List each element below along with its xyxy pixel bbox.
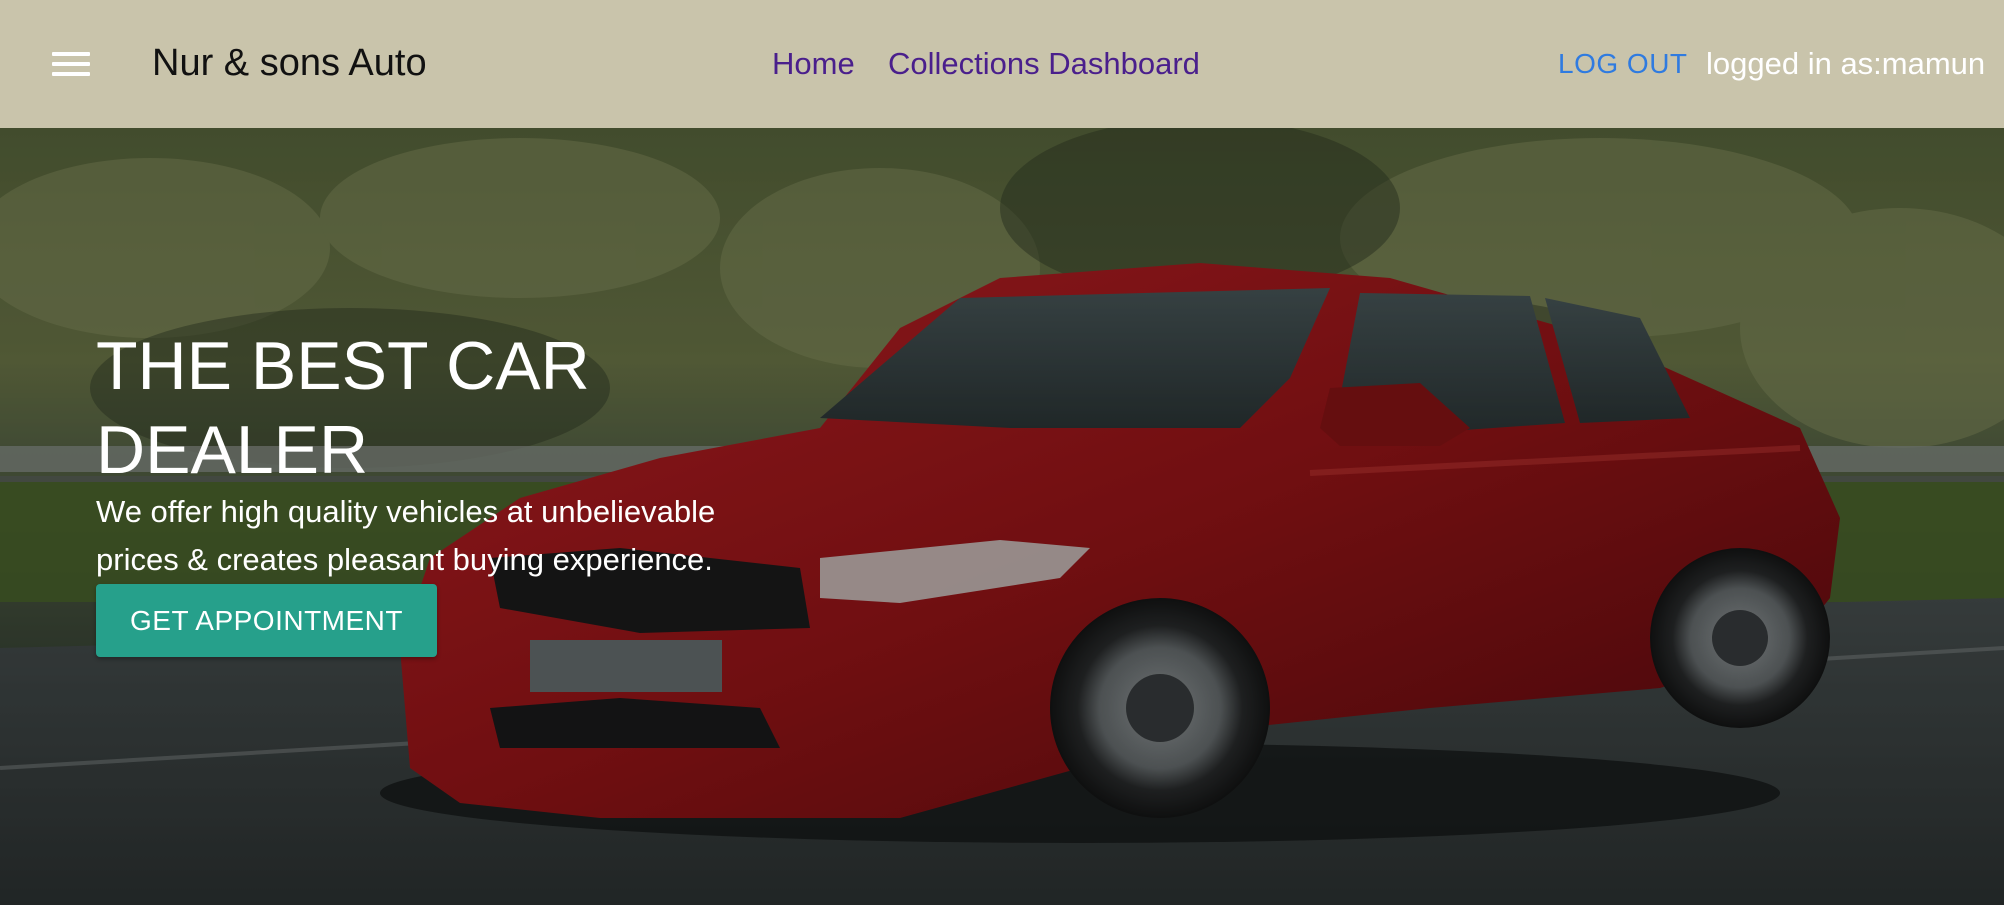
hero-banner: THE BEST CAR DEALER We offer high qualit… — [0, 128, 2004, 905]
nav-link-home[interactable]: Home — [772, 45, 855, 83]
page: Nur & sons Auto Home Collections Dashboa… — [0, 0, 2004, 905]
hamburger-menu-icon[interactable] — [52, 50, 90, 78]
brand-title: Nur & sons Auto — [152, 42, 427, 84]
logged-in-user-text: logged in as:mamun — [1706, 46, 1986, 81]
get-appointment-button[interactable]: GET APPOINTMENT — [96, 584, 437, 657]
hero-title: THE BEST CAR DEALER — [96, 328, 590, 488]
hero-subtitle: We offer high quality vehicles at unbeli… — [96, 494, 716, 577]
nav-link-collections-dashboard[interactable]: Collections Dashboard — [888, 45, 1200, 83]
top-navbar: Nur & sons Auto Home Collections Dashboa… — [0, 0, 2004, 128]
logout-link[interactable]: LOG OUT — [1558, 47, 1688, 81]
